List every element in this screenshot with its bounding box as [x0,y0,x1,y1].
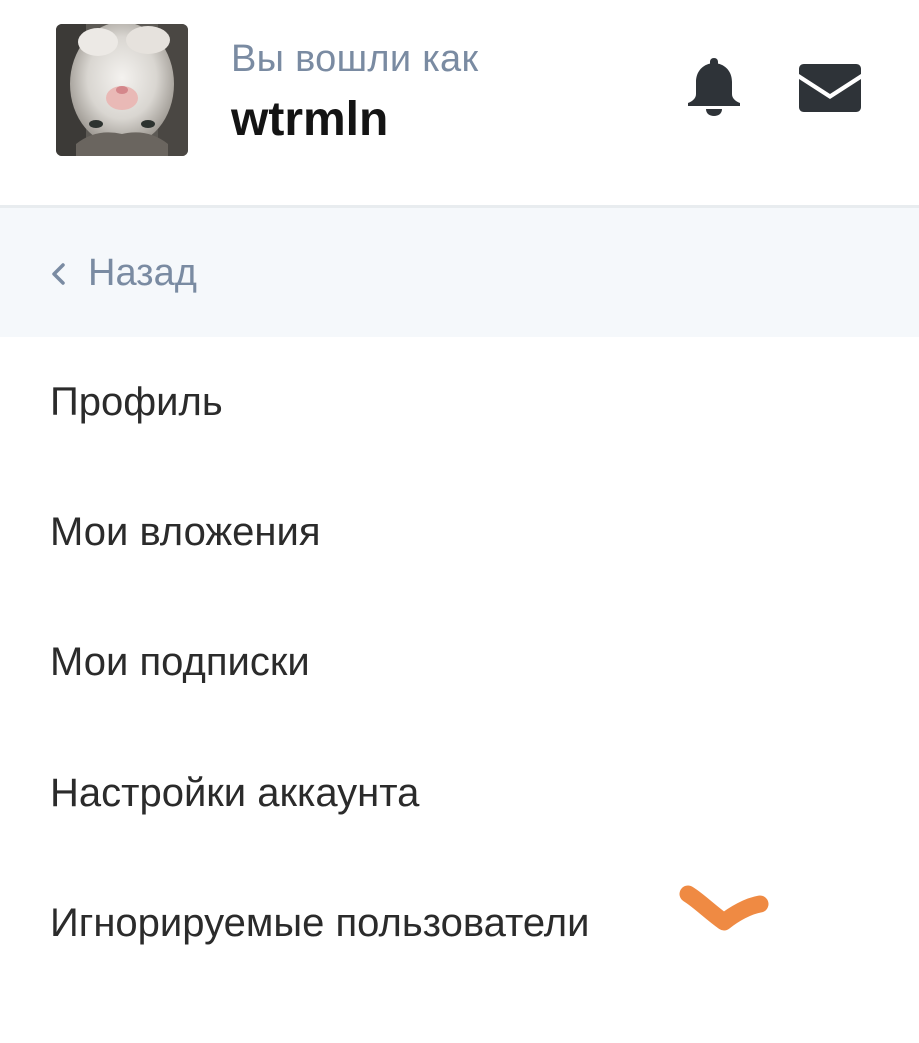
menu-item-profile[interactable]: Профиль [0,338,919,468]
envelope-icon [799,64,861,112]
menu-item-ignored-users[interactable]: Игнорируемые пользователи [0,859,919,989]
menu-item-attachments[interactable]: Мои вложения [0,468,919,598]
menu-item-label: Мои подписки [50,640,310,684]
account-menu-page: Вы вошли как wtrmln Назад Профиль Мои вл… [0,0,919,1043]
cat-avatar-photo [56,24,188,156]
menu-item-account-settings[interactable]: Настройки аккаунта [0,729,919,859]
account-header: Вы вошли как wtrmln [0,0,919,208]
bell-icon [688,58,740,116]
menu-item-label: Настройки аккаунта [50,771,420,815]
menu-item-subscriptions[interactable]: Мои подписки [0,598,919,728]
menu-item-label: Игнорируемые пользователи [50,901,590,945]
orange-checkmark-annotation [679,885,769,931]
avatar[interactable] [56,24,188,156]
back-button[interactable]: Назад [0,208,919,337]
menu-item-label: Мои вложения [50,510,321,554]
notifications-button[interactable] [682,54,746,118]
chevron-left-icon [52,263,65,285]
back-label: Назад [88,252,197,294]
logged-in-label: Вы вошли как [231,38,479,80]
username[interactable]: wtrmln [231,92,388,147]
messages-button[interactable] [798,62,862,114]
menu-item-label: Профиль [50,380,223,424]
